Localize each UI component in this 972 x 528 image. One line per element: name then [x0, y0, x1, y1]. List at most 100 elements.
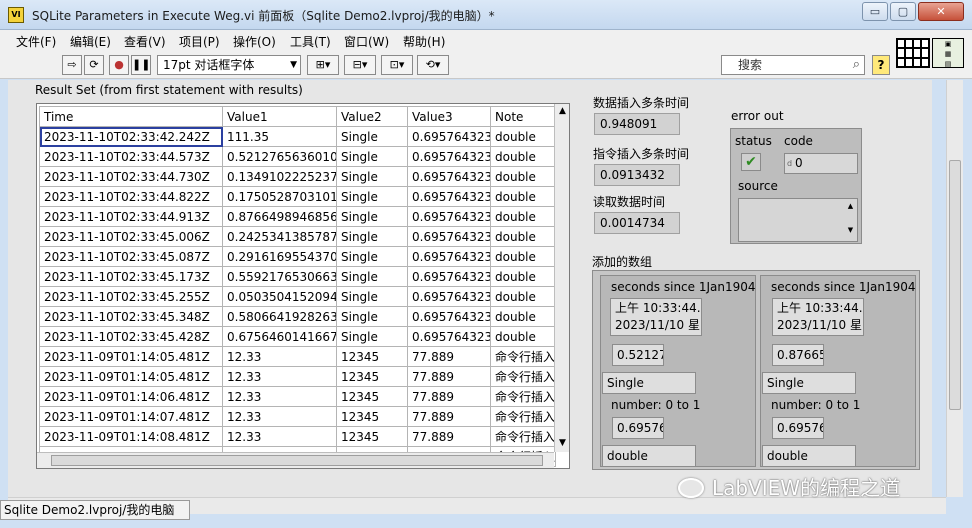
table-cell[interactable]: 2023-11-10T02:33:45.348Z: [39, 306, 223, 327]
table-cell[interactable]: 2023-11-09T01:14:05.481Z: [39, 346, 223, 367]
scroll-down-arrow-icon[interactable]: ▼: [556, 436, 569, 450]
scroll-up-arrow-icon[interactable]: ▲: [556, 104, 569, 118]
column-header-value3[interactable]: Value3: [407, 106, 491, 127]
table-row[interactable]: 2023-11-10T02:33:44.730Z 0.13491022252372…: [39, 166, 556, 187]
column-header-value2[interactable]: Value2: [336, 106, 408, 127]
table-cell[interactable]: 12.33: [222, 426, 337, 447]
table-row[interactable]: 2023-11-09T01:14:08.481Z 12.33 12345 77.889…: [39, 426, 556, 447]
column-header-time[interactable]: Time: [39, 106, 223, 127]
panel-vertical-scrollbar[interactable]: [946, 80, 963, 497]
result-set-table[interactable]: Time Value1 Value2 Value3 Note 2023-11-1…: [36, 103, 570, 469]
table-cell[interactable]: 0.695764323: [407, 306, 491, 327]
table-cell[interactable]: 0.695764323: [407, 266, 491, 287]
pause-button[interactable]: ❚❚: [131, 55, 151, 75]
table-cell[interactable]: 0.695764323: [407, 326, 491, 347]
table-cell[interactable]: 2023-11-10T02:33:45.428Z: [39, 326, 223, 347]
table-cell[interactable]: 12.33: [222, 386, 337, 407]
table-cell[interactable]: 12345: [336, 406, 408, 427]
table-cell[interactable]: 0.55921765306639: [222, 266, 337, 287]
context-help-button[interactable]: ?: [872, 55, 890, 75]
table-cell[interactable]: 0.695764323: [407, 206, 491, 227]
table-cell[interactable]: 2023-11-10T02:33:45.173Z: [39, 266, 223, 287]
table-row[interactable]: 2023-11-09T01:14:07.481Z 12.33 12345 77.889…: [39, 406, 556, 427]
table-cell[interactable]: 12345: [336, 366, 408, 387]
table-cell[interactable]: 12345: [336, 386, 408, 407]
table-cell[interactable]: double: [490, 326, 556, 347]
table-cell[interactable]: 2023-11-09T01:14:07.481Z: [39, 406, 223, 427]
table-cell[interactable]: 0.24253413857874: [222, 226, 337, 247]
table-cell[interactable]: 2023-11-09T01:14:05.481Z: [39, 366, 223, 387]
align-objects-icon[interactable]: ⊞▾: [307, 55, 339, 75]
table-cell[interactable]: 2023-11-10T02:33:44.913Z: [39, 206, 223, 227]
table-cell[interactable]: Single: [336, 306, 408, 327]
table-cell[interactable]: double: [490, 306, 556, 327]
project-status-bar[interactable]: Sqlite Demo2.lvproj/我的电脑: [0, 500, 190, 520]
table-cell[interactable]: 0.13491022252372: [222, 166, 337, 187]
table-cell[interactable]: 12345: [336, 426, 408, 447]
table-cell[interactable]: 77.889: [407, 386, 491, 407]
table-row[interactable]: 2023-11-09T01:14:06.481Z 12.33 12345 77.889…: [39, 386, 556, 407]
table-row[interactable]: 2023-11-10T02:33:45.087Z 0.29161695543705…: [39, 246, 556, 267]
table-row[interactable]: 2023-11-10T02:33:45.173Z 0.55921765306639…: [39, 266, 556, 287]
table-row[interactable]: 2023-11-10T02:33:45.255Z 0.05035041520947…: [39, 286, 556, 307]
table-cell[interactable]: 0.52127656360102: [222, 146, 337, 167]
table-cell[interactable]: 0.87664989468562: [222, 206, 337, 227]
font-select[interactable]: 17pt 对话框字体 ▼: [157, 55, 301, 75]
connector-pane-icon[interactable]: [896, 38, 930, 68]
table-cell[interactable]: 0.05035041520947: [222, 286, 337, 307]
table-cell[interactable]: 77.889: [407, 346, 491, 367]
table-cell[interactable]: 2023-11-10T02:33:45.087Z: [39, 246, 223, 267]
table-cell[interactable]: Single: [336, 186, 408, 207]
table-vertical-scrollbar[interactable]: ▲ ▼: [554, 104, 569, 452]
table-cell[interactable]: 2023-11-10T02:33:45.255Z: [39, 286, 223, 307]
table-row[interactable]: 2023-11-10T02:33:45.006Z 0.24253413857874…: [39, 226, 556, 247]
menu-help[interactable]: 帮助(H): [403, 33, 445, 50]
resize-objects-icon[interactable]: ⊡▾: [381, 55, 413, 75]
table-cell[interactable]: double: [490, 246, 556, 267]
table-cell[interactable]: 12345: [336, 346, 408, 367]
table-cell[interactable]: 0.695764323: [407, 186, 491, 207]
distribute-objects-icon[interactable]: ⊟▾: [344, 55, 376, 75]
table-cell[interactable]: double: [490, 226, 556, 247]
search-input[interactable]: 搜索 ⌕: [721, 55, 865, 75]
table-row[interactable]: 2023-11-10T02:33:44.822Z 0.17505287031013…: [39, 186, 556, 207]
close-button[interactable]: ✕: [918, 2, 964, 21]
table-cell[interactable]: 0.695764323: [407, 126, 491, 147]
table-cell[interactable]: 12.33: [222, 366, 337, 387]
run-button[interactable]: ⇨: [62, 55, 82, 75]
table-cell[interactable]: 命令行插入: [490, 346, 556, 367]
table-cell[interactable]: double: [490, 126, 556, 147]
table-cell[interactable]: 命令行插入: [490, 426, 556, 447]
table-cell[interactable]: Single: [336, 146, 408, 167]
vi-icon[interactable]: ▣ ▦ ▤: [932, 38, 964, 68]
menu-edit[interactable]: 编辑(E): [70, 33, 111, 50]
table-cell[interactable]: double: [490, 186, 556, 207]
table-row[interactable]: 2023-11-10T02:33:42.242Z 111.35 Single 0.69…: [39, 126, 556, 147]
table-cell[interactable]: 0.17505287031013: [222, 186, 337, 207]
table-cell[interactable]: double: [490, 266, 556, 287]
table-cell[interactable]: 0.695764323: [407, 146, 491, 167]
maximize-button[interactable]: ▢: [890, 2, 916, 21]
table-cell[interactable]: 2023-11-10T02:33:44.730Z: [39, 166, 223, 187]
table-row[interactable]: 2023-11-10T02:33:44.573Z 0.52127656360102…: [39, 146, 556, 167]
table-cell[interactable]: 2023-11-09T01:14:06.481Z: [39, 386, 223, 407]
table-cell[interactable]: 0.695764323: [407, 246, 491, 267]
table-cell[interactable]: 77.889: [407, 426, 491, 447]
table-cell[interactable]: 0.58066419282632: [222, 306, 337, 327]
table-cell[interactable]: 0.695764323: [407, 286, 491, 307]
table-cell[interactable]: 2023-11-10T02:33:44.573Z: [39, 146, 223, 167]
minimize-button[interactable]: ▭: [862, 2, 888, 21]
table-cell[interactable]: Single: [336, 226, 408, 247]
table-cell[interactable]: 命令行插入: [490, 366, 556, 387]
table-cell[interactable]: Single: [336, 286, 408, 307]
table-cell[interactable]: 12.33: [222, 346, 337, 367]
table-cell[interactable]: 111.35: [222, 126, 337, 147]
table-cell[interactable]: 2023-11-09T01:14:08.481Z: [39, 426, 223, 447]
table-cell[interactable]: 0.695764323: [407, 226, 491, 247]
table-cell[interactable]: 命令行插入: [490, 406, 556, 427]
table-cell[interactable]: 2023-11-10T02:33:42.242Z: [39, 126, 223, 147]
reorder-icon[interactable]: ⟲▾: [417, 55, 449, 75]
menu-operate[interactable]: 操作(O): [233, 33, 276, 50]
table-cell[interactable]: double: [490, 166, 556, 187]
menu-window[interactable]: 窗口(W): [344, 33, 389, 50]
